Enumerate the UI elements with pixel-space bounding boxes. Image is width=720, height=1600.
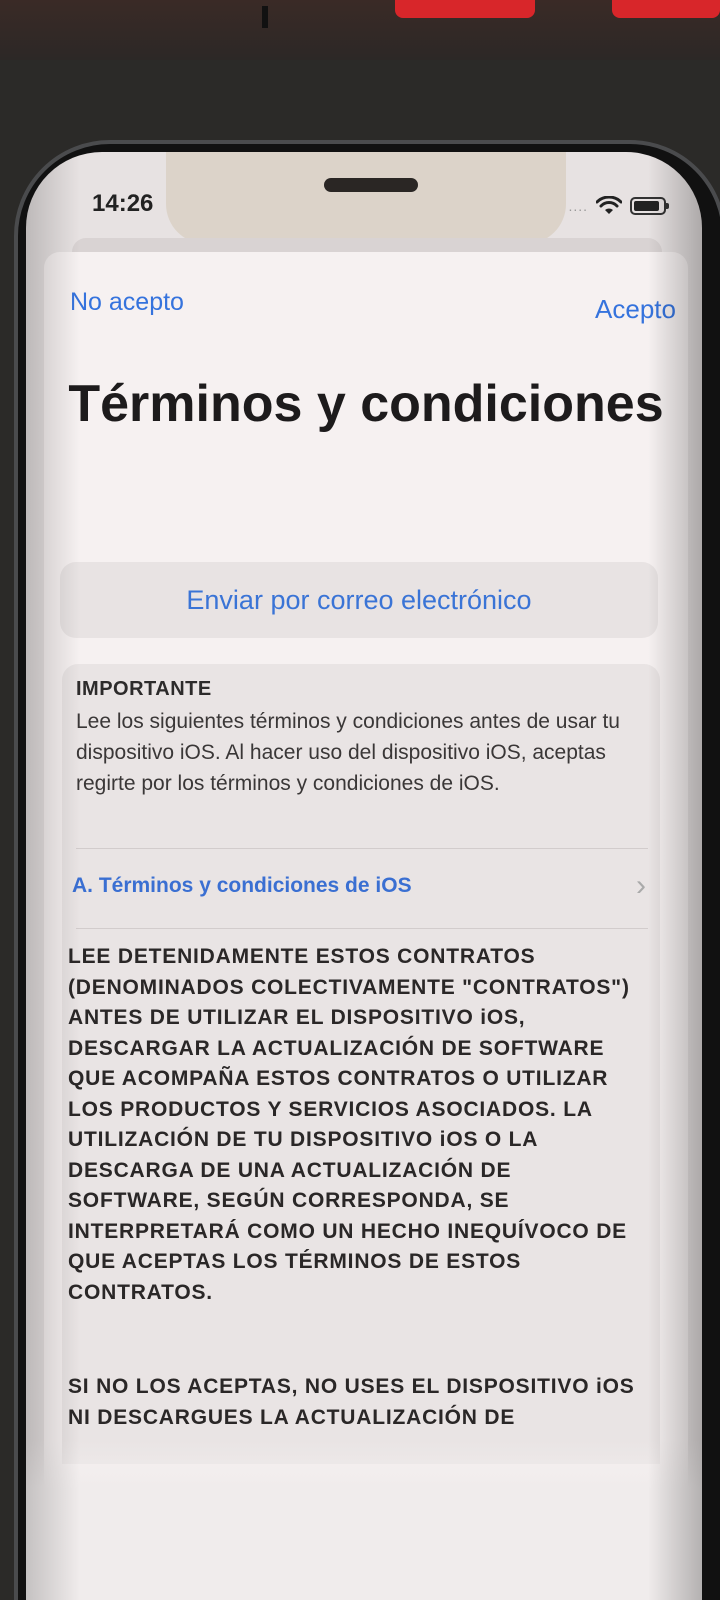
status-time: 14:26: [92, 190, 154, 217]
battery-level: [634, 201, 660, 211]
section-link-label: A. Términos y condiciones de iOS: [72, 874, 412, 897]
status-icons: ....: [568, 196, 669, 216]
scroll-fade: [26, 1440, 702, 1600]
speaker-grille: [324, 178, 418, 192]
legal-paragraph: SI NO LOS ACEPTAS, NO USES EL DISPOSITIV…: [68, 1375, 635, 1429]
signal-dots: ....: [568, 198, 588, 214]
battery-icon: [630, 197, 669, 215]
chevron-right-icon: ›: [636, 869, 646, 902]
phone-screen: 14:26 .... No acepto Acepto Términos y c…: [26, 152, 702, 1600]
send-email-label: Enviar por correo electrónico: [186, 584, 532, 615]
important-text: Lee los siguientes términos y condicione…: [76, 710, 620, 795]
decline-button[interactable]: No acepto: [70, 288, 184, 317]
legal-paragraph: LEE DETENIDAMENTE ESTOS CONTRATOS (DENOM…: [68, 945, 630, 1304]
page-title: Términos y condiciones: [68, 375, 664, 433]
background-object: [262, 6, 268, 28]
wifi-icon: [596, 196, 622, 216]
important-heading: IMPORTANTE: [76, 678, 212, 700]
divider: [76, 928, 648, 929]
send-email-button[interactable]: Enviar por correo electrónico: [60, 562, 658, 638]
accept-button[interactable]: Acepto: [595, 294, 676, 325]
notch: [166, 152, 566, 244]
background-light: [395, 0, 535, 18]
section-link-ios-terms[interactable]: A. Términos y condiciones de iOS ›: [72, 868, 652, 904]
terms-content[interactable]: IMPORTANTE Lee los siguientes términos y…: [62, 664, 660, 1464]
terms-sheet: No acepto Acepto Términos y condiciones …: [44, 252, 688, 1600]
divider: [76, 848, 648, 849]
background-light: [612, 0, 720, 18]
